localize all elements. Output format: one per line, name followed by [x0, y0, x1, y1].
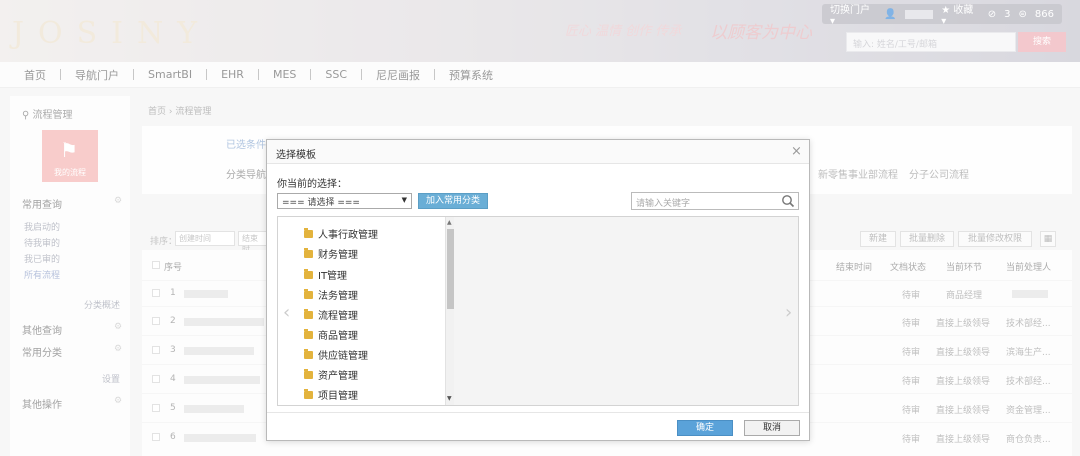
folder-icon [304, 388, 313, 399]
tree-item[interactable]: IT管理 [304, 267, 347, 282]
tree-item[interactable]: 供应链管理 [304, 347, 368, 362]
category-tree: 人事行政管理 财务管理 IT管理 法务管理 流程管理 商品管理 供应链管理 资产… [278, 217, 454, 405]
tree-item[interactable]: 商品管理 [304, 327, 358, 342]
close-icon[interactable]: × [791, 144, 802, 159]
cancel-button[interactable]: 取消 [744, 420, 800, 436]
folder-icon [304, 247, 313, 258]
ok-button[interactable]: 确定 [677, 420, 733, 436]
add-common-category-button[interactable]: 加入常用分类 [418, 193, 488, 209]
category-select-value: === 请选择 === [282, 198, 360, 208]
folder-icon [304, 348, 313, 359]
category-select[interactable]: === 请选择 === ▼ [277, 193, 412, 209]
caret-down-icon: ▼ [401, 196, 407, 204]
folder-icon [304, 328, 313, 339]
dialog-title: 选择模板 [276, 150, 316, 161]
tree-item[interactable]: 法务管理 [304, 287, 358, 302]
tree-item[interactable]: 人事行政管理 [304, 226, 378, 241]
keyword-search-input[interactable]: 请输入关键字 [631, 192, 799, 210]
current-selection-label: 你当前的选择： [277, 179, 347, 190]
scroll-up-icon[interactable]: ▲ [447, 219, 452, 226]
folder-icon [304, 368, 313, 379]
dialog-footer-divider [267, 412, 809, 413]
chevron-right-icon[interactable]: › [785, 302, 792, 323]
tree-item[interactable]: 财务管理 [304, 246, 358, 261]
search-placeholder: 请输入关键字 [636, 199, 691, 209]
folder-icon [304, 288, 313, 299]
scrollbar-thumb[interactable] [447, 229, 454, 309]
tree-scrollbar[interactable]: ▲ ▼ [445, 217, 454, 405]
tree-item[interactable]: 资产管理 [304, 367, 358, 382]
tree-item[interactable]: 项目管理 [304, 387, 358, 402]
search-icon[interactable] [781, 194, 795, 208]
folder-icon [304, 227, 313, 238]
dialog-header: 选择模板 × [267, 140, 809, 164]
folder-icon [304, 308, 313, 319]
scroll-down-icon[interactable]: ▼ [447, 395, 452, 402]
tree-item[interactable]: 流程管理 [304, 307, 358, 322]
folder-icon [304, 268, 313, 279]
select-template-dialog: 选择模板 × 你当前的选择： === 请选择 === ▼ 加入常用分类 请输入关… [266, 139, 810, 441]
chevron-left-icon[interactable]: ‹ [283, 302, 290, 323]
